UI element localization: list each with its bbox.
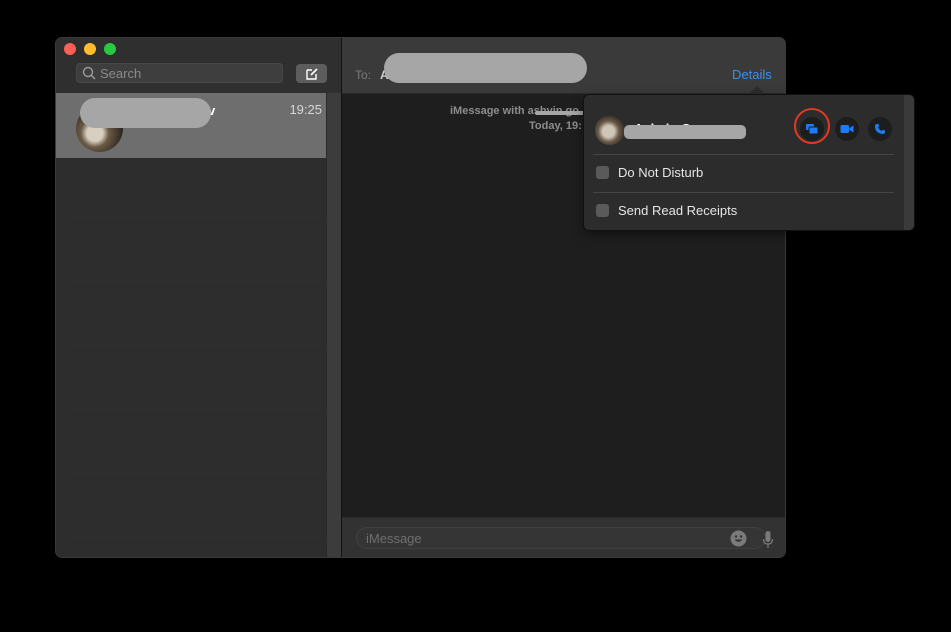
redaction-mask <box>384 53 587 83</box>
to-label: To: <box>355 68 372 82</box>
send-read-receipts-checkbox[interactable] <box>596 204 609 217</box>
compose-button[interactable] <box>296 64 327 83</box>
conversation-list: v 19:25 <box>56 93 326 557</box>
row-divider <box>71 350 321 351</box>
screen-share-button[interactable] <box>800 117 824 141</box>
conversation-header: To: Ad Details <box>342 38 785 94</box>
audio-call-button[interactable] <box>868 117 892 141</box>
details-popover: Ashvin G Do Not Disturb Send Read Receip… <box>584 95 914 230</box>
do-not-disturb-label: Do Not Disturb <box>618 165 704 180</box>
contact-avatar <box>595 115 625 145</box>
message-input[interactable] <box>356 527 766 549</box>
redaction-mask <box>624 125 746 139</box>
sidebar-toolbar <box>56 38 341 93</box>
conversation-item[interactable]: v 19:25 <box>56 93 326 158</box>
row-divider <box>71 478 321 479</box>
details-button[interactable]: Details <box>732 67 772 82</box>
row-divider <box>71 222 321 223</box>
row-divider <box>71 414 321 415</box>
microphone-icon[interactable] <box>762 530 774 550</box>
screen-share-icon <box>806 124 819 135</box>
separator <box>593 154 894 155</box>
row-divider <box>71 286 321 287</box>
search-input[interactable] <box>100 63 280 83</box>
thread-timestamp: Today, 19: <box>529 120 582 132</box>
sidebar-scrollbar[interactable] <box>326 93 342 557</box>
video-camera-icon <box>840 125 854 133</box>
maximize-window-button[interactable] <box>104 43 116 55</box>
message-composer <box>342 517 785 557</box>
close-window-button[interactable] <box>64 43 76 55</box>
minimize-window-button[interactable] <box>84 43 96 55</box>
send-read-receipts-label: Send Read Receipts <box>618 203 738 218</box>
search-field[interactable] <box>76 63 283 83</box>
popover-scrollbar[interactable] <box>904 95 914 230</box>
search-icon <box>82 66 96 80</box>
row-divider <box>71 542 321 543</box>
phone-icon <box>875 124 885 134</box>
facetime-video-button[interactable] <box>835 117 859 141</box>
redaction-mask <box>80 98 211 128</box>
sidebar: v 19:25 <box>56 38 342 557</box>
conversation-time: 19:25 <box>289 102 322 117</box>
separator <box>593 192 894 193</box>
emoji-icon[interactable] <box>730 530 747 547</box>
do-not-disturb-checkbox[interactable] <box>596 166 609 179</box>
compose-icon <box>305 67 318 80</box>
